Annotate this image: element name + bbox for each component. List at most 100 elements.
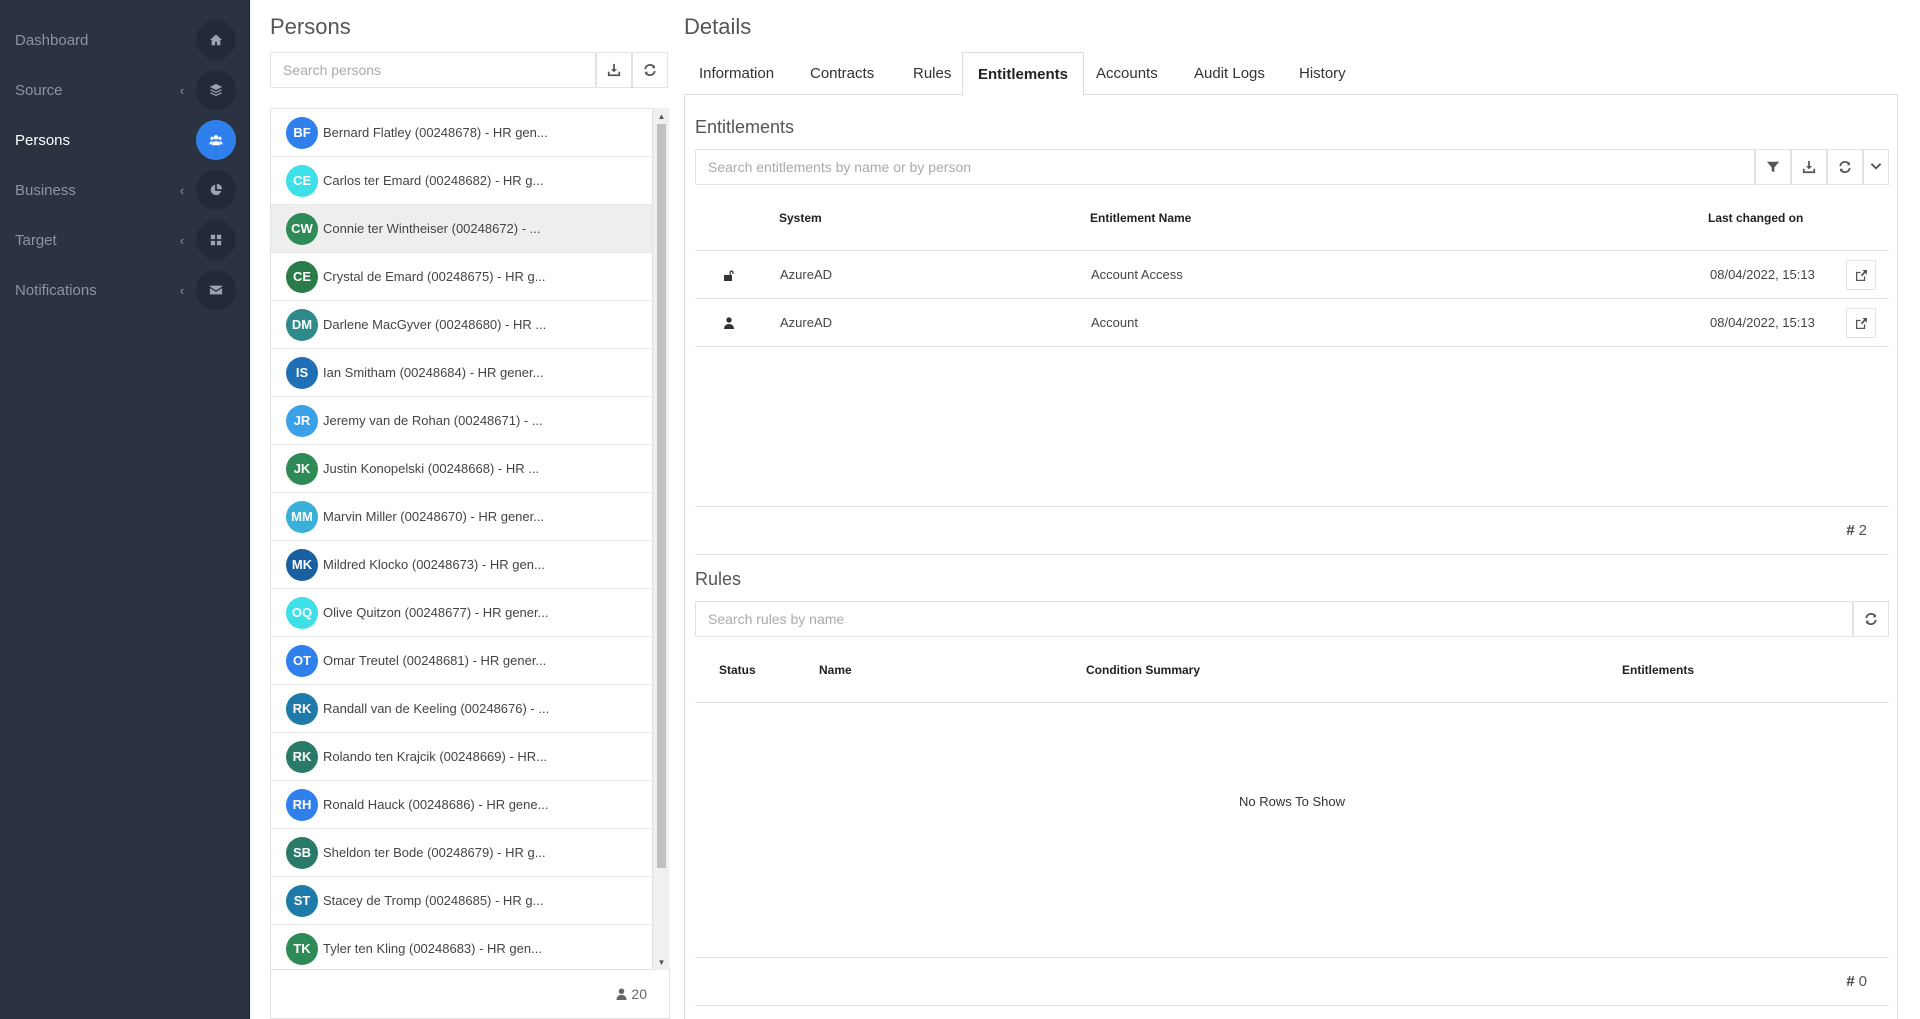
- tab-audit-logs[interactable]: Audit Logs: [1179, 52, 1280, 95]
- scroll-thumb[interactable]: [657, 124, 666, 868]
- column-header-entitlement-name[interactable]: Entitlement Name: [1090, 211, 1191, 225]
- person-name: Ronald Hauck (00248686) - HR gene...: [323, 797, 549, 812]
- avatar: DM: [286, 308, 318, 341]
- avatar: BF: [286, 116, 318, 149]
- nav-label: Notifications: [15, 281, 97, 299]
- person-row[interactable]: OQ Olive Quitzon (00248677) - HR gener...: [271, 589, 652, 637]
- persons-search-box: [270, 52, 596, 88]
- open-entitlement-button[interactable]: [1846, 308, 1876, 338]
- nav-label: Source: [15, 81, 63, 99]
- person-name: Sheldon ter Bode (00248679) - HR g...: [323, 845, 546, 860]
- person-row[interactable]: CE Crystal de Emard (00248675) - HR g...: [271, 253, 652, 301]
- nav-label: Target: [15, 231, 57, 249]
- nav-item-dashboard[interactable]: Dashboard: [0, 15, 250, 65]
- persons-search-input[interactable]: [271, 53, 595, 87]
- person-row[interactable]: BF Bernard Flatley (00248678) - HR gen...: [271, 109, 652, 157]
- avatar: MM: [286, 500, 318, 533]
- unlock-icon: [723, 268, 735, 281]
- avatar: ST: [286, 884, 318, 917]
- refresh-icon: [644, 64, 656, 76]
- person-row[interactable]: RK Randall van de Keeling (00248676) - ..…: [271, 685, 652, 733]
- tab-entitlements[interactable]: Entitlements: [962, 52, 1085, 96]
- main-content: Persons BF Bernard Flatley (00248678) - H…: [251, 0, 1920, 1019]
- persons-count: 20: [616, 986, 647, 1002]
- persons-scrollbar[interactable]: ▲ ▼: [652, 108, 669, 970]
- avatar: CE: [286, 164, 318, 197]
- person-name: Omar Treutel (00248681) - HR gener...: [323, 653, 547, 668]
- refresh-icon: [1865, 613, 1877, 625]
- person-row[interactable]: OT Omar Treutel (00248681) - HR gener...: [271, 637, 652, 685]
- person-name: Crystal de Emard (00248675) - HR g...: [323, 269, 546, 284]
- person-row[interactable]: MK Mildred Klocko (00248673) - HR gen...: [271, 541, 652, 589]
- table-row[interactable]: AzureAD Account 08/04/2022, 15:13: [695, 299, 1889, 347]
- avatar: CE: [286, 260, 318, 293]
- person-row[interactable]: ST Stacey de Tromp (00248685) - HR g...: [271, 877, 652, 925]
- sidebar: Dashboard Source ‹ Persons Business ‹ Ta…: [0, 0, 250, 1019]
- scroll-up-arrow[interactable]: ▲: [657, 112, 666, 121]
- nav-item-business[interactable]: Business ‹: [0, 165, 250, 215]
- person-row[interactable]: RH Ronald Hauck (00248686) - HR gene...: [271, 781, 652, 829]
- entitlements-refresh-button[interactable]: [1827, 149, 1863, 185]
- entitlements-search-input[interactable]: [696, 150, 1754, 184]
- column-header-condition-summary[interactable]: Condition Summary: [1086, 663, 1200, 677]
- avatar: MK: [286, 548, 318, 581]
- nav-item-target[interactable]: Target ‹: [0, 215, 250, 265]
- tab-rules[interactable]: Rules: [898, 52, 966, 95]
- nav-item-notifications[interactable]: Notifications ‹: [0, 265, 250, 315]
- download-icon: [607, 63, 621, 77]
- persons-title: Persons: [270, 14, 351, 39]
- entitlements-filter-button[interactable]: [1755, 149, 1791, 185]
- persons-refresh-button[interactable]: [632, 52, 668, 88]
- pie-chart-icon: [196, 170, 236, 210]
- column-header-last-changed[interactable]: Last changed on: [1708, 211, 1803, 225]
- avatar: JR: [286, 404, 318, 437]
- person-row[interactable]: RK Rolando ten Krajcik (00248669) - HR...: [271, 733, 652, 781]
- scroll-down-arrow[interactable]: ▼: [657, 958, 666, 967]
- hash-icon: #: [1846, 522, 1855, 539]
- persons-download-button[interactable]: [596, 52, 632, 88]
- person-name: Darlene MacGyver (00248680) - HR ...: [323, 317, 547, 332]
- tab-history[interactable]: History: [1284, 52, 1361, 95]
- person-row[interactable]: JR Jeremy van de Rohan (00248671) - ...: [271, 397, 652, 445]
- filter-icon: [1766, 161, 1780, 173]
- table-row[interactable]: AzureAD Account Access 08/04/2022, 15:13: [695, 251, 1889, 299]
- nav-item-source[interactable]: Source ‹: [0, 65, 250, 115]
- avatar: OT: [286, 644, 318, 677]
- person-row[interactable]: IS Ian Smitham (00248684) - HR gener...: [271, 349, 652, 397]
- person-name: Marvin Miller (00248670) - HR gener...: [323, 509, 545, 524]
- person-row[interactable]: CE Carlos ter Emard (00248682) - HR g...: [271, 157, 652, 205]
- person-row[interactable]: JK Justin Konopelski (00248668) - HR ...: [271, 445, 652, 493]
- avatar: SB: [286, 836, 318, 869]
- persons-count-value: 20: [631, 986, 647, 1002]
- person-name: Bernard Flatley (00248678) - HR gen...: [323, 125, 548, 140]
- avatar: TK: [286, 932, 318, 965]
- avatar: RK: [286, 740, 318, 773]
- tab-contracts[interactable]: Contracts: [795, 52, 889, 95]
- column-header-entitlements[interactable]: Entitlements: [1622, 663, 1694, 677]
- rules-count-value: 0: [1858, 973, 1867, 990]
- details-panel: Details Information Contracts Rules Enti…: [684, 0, 1920, 1019]
- home-icon: [196, 20, 236, 60]
- tab-accounts[interactable]: Accounts: [1081, 52, 1173, 95]
- entitlements-count-value: 2: [1858, 522, 1867, 539]
- entitlements-download-button[interactable]: [1791, 149, 1827, 185]
- avatar: RH: [286, 788, 318, 821]
- column-header-name[interactable]: Name: [819, 663, 852, 677]
- column-header-status[interactable]: Status: [719, 663, 756, 677]
- person-row[interactable]: DM Darlene MacGyver (00248680) - HR ...: [271, 301, 652, 349]
- rules-refresh-button[interactable]: [1853, 601, 1889, 637]
- person-row[interactable]: TK Tyler ten Kling (00248683) - HR gen...: [271, 925, 652, 969]
- rules-search-input[interactable]: [696, 602, 1852, 636]
- rules-count-bar: # 0: [695, 957, 1889, 1006]
- tab-information[interactable]: Information: [684, 52, 789, 95]
- persons-footer: 20: [270, 970, 670, 1019]
- nav-item-persons[interactable]: Persons: [0, 115, 250, 165]
- open-entitlement-button[interactable]: [1846, 260, 1876, 290]
- entitlements-expand-button[interactable]: [1863, 149, 1889, 185]
- person-row[interactable]: MM Marvin Miller (00248670) - HR gener...: [271, 493, 652, 541]
- avatar: CW: [286, 212, 318, 245]
- details-title: Details: [684, 14, 752, 39]
- person-row[interactable]: CW Connie ter Wintheiser (00248672) - ...: [271, 205, 652, 253]
- person-row[interactable]: SB Sheldon ter Bode (00248679) - HR g...: [271, 829, 652, 877]
- column-header-system[interactable]: System: [779, 211, 822, 225]
